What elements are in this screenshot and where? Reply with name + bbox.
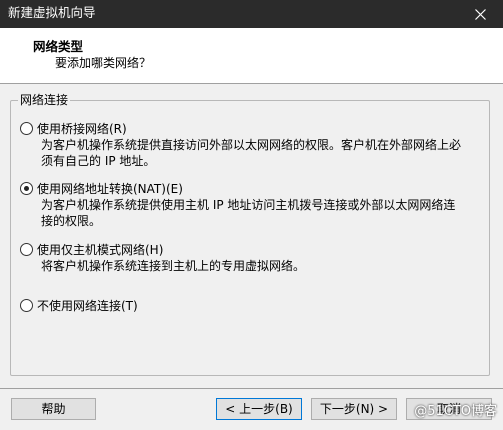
radio-nat[interactable]: [20, 182, 33, 195]
title-bar: 新建虚拟机向导: [0, 0, 503, 28]
close-icon: [474, 8, 486, 20]
window-title: 新建虚拟机向导: [8, 5, 96, 20]
help-button[interactable]: 帮助: [11, 398, 96, 420]
radio-no-network[interactable]: [20, 299, 33, 312]
option-nat-description: 为客户机操作系统提供使用主机 IP 地址访问主机拨号连接或外部以太网网络连接的权…: [41, 198, 456, 228]
option-bridged-label[interactable]: 使用桥接网络(R): [37, 120, 127, 137]
option-nat-label[interactable]: 使用网络地址转换(NAT)(E): [37, 180, 183, 197]
option-no-network-label[interactable]: 不使用网络连接(T): [37, 297, 138, 314]
option-bridged-description: 为客户机操作系统提供直接访问外部以太网网络的权限。客户机在外部网络上必须有自己的…: [41, 138, 462, 168]
back-button[interactable]: < 上一步(B): [216, 398, 302, 420]
group-label: 网络连接: [18, 91, 71, 108]
radio-host-only[interactable]: [20, 243, 33, 256]
page-title: 网络类型: [33, 39, 84, 54]
close-button[interactable]: [457, 0, 503, 28]
wizard-header: 网络类型 要添加哪类网络？: [0, 28, 503, 84]
option-host-only-label[interactable]: 使用仅主机模式网络(H): [37, 241, 163, 258]
radio-bridged[interactable]: [20, 122, 33, 135]
next-button[interactable]: 下一步(N) >: [311, 398, 397, 420]
option-host-only-description: 将客户机操作系统连接到主机上的专用虚拟网络。: [41, 259, 306, 273]
network-connection-group: 使用桥接网络(R) 为客户机操作系统提供直接访问外部以太网网络的权限。客户机在外…: [10, 100, 490, 376]
divider: [0, 388, 503, 389]
wizard-body: 使用桥接网络(R) 为客户机操作系统提供直接访问外部以太网网络的权限。客户机在外…: [0, 84, 503, 430]
page-subtitle: 要添加哪类网络？: [55, 56, 152, 70]
watermark: @51CTO博客: [414, 404, 497, 419]
